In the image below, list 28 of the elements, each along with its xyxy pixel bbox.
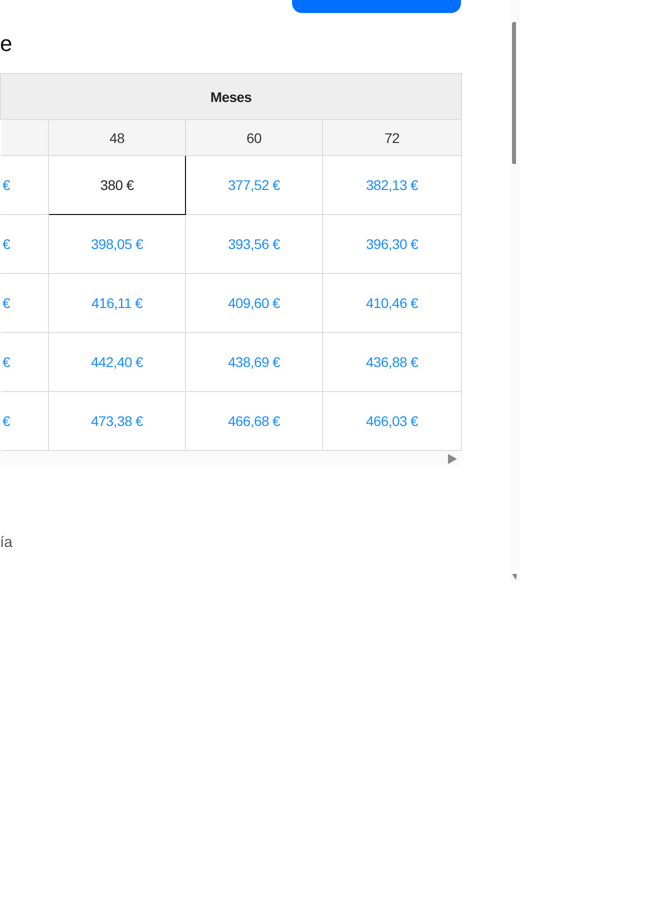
column-header: 72 <box>322 120 462 156</box>
price-cell[interactable]: 393,56 € <box>186 214 322 274</box>
footnote-text: ía <box>0 534 14 551</box>
price-cell[interactable]: 380 € <box>48 156 186 214</box>
scroll-right-icon[interactable] <box>448 454 457 464</box>
column-group-header: Meses <box>0 74 462 120</box>
price-cell[interactable]: 410,46 € <box>322 274 462 332</box>
price-cell[interactable]: 436,88 € <box>322 332 462 392</box>
price-cell[interactable]: 442,40 € <box>48 332 186 392</box>
price-cell[interactable]: € <box>0 332 48 392</box>
price-cell[interactable]: 398,05 € <box>48 214 186 274</box>
price-cell[interactable]: 416,11 € <box>48 274 186 332</box>
price-cell[interactable]: € <box>0 274 48 332</box>
price-cell[interactable]: € <box>0 156 48 214</box>
vertical-scrollbar[interactable] <box>510 0 520 582</box>
price-cell[interactable]: 409,60 € <box>186 274 322 332</box>
scrollbar-thumb[interactable] <box>512 22 516 164</box>
price-cell[interactable]: 396,30 € <box>322 214 462 274</box>
column-header: 48 <box>48 120 186 156</box>
price-cell[interactable]: 382,13 € <box>322 156 462 214</box>
horizontal-scrollbar[interactable] <box>0 451 461 467</box>
scroll-down-icon[interactable] <box>512 574 517 580</box>
price-cell[interactable]: € <box>0 214 48 274</box>
column-header: 60 <box>186 120 322 156</box>
price-cell[interactable]: 377,52 € <box>186 156 322 214</box>
section-heading: e <box>0 31 14 57</box>
action-button[interactable] <box>292 0 461 13</box>
price-cell[interactable]: 438,69 € <box>186 332 322 392</box>
